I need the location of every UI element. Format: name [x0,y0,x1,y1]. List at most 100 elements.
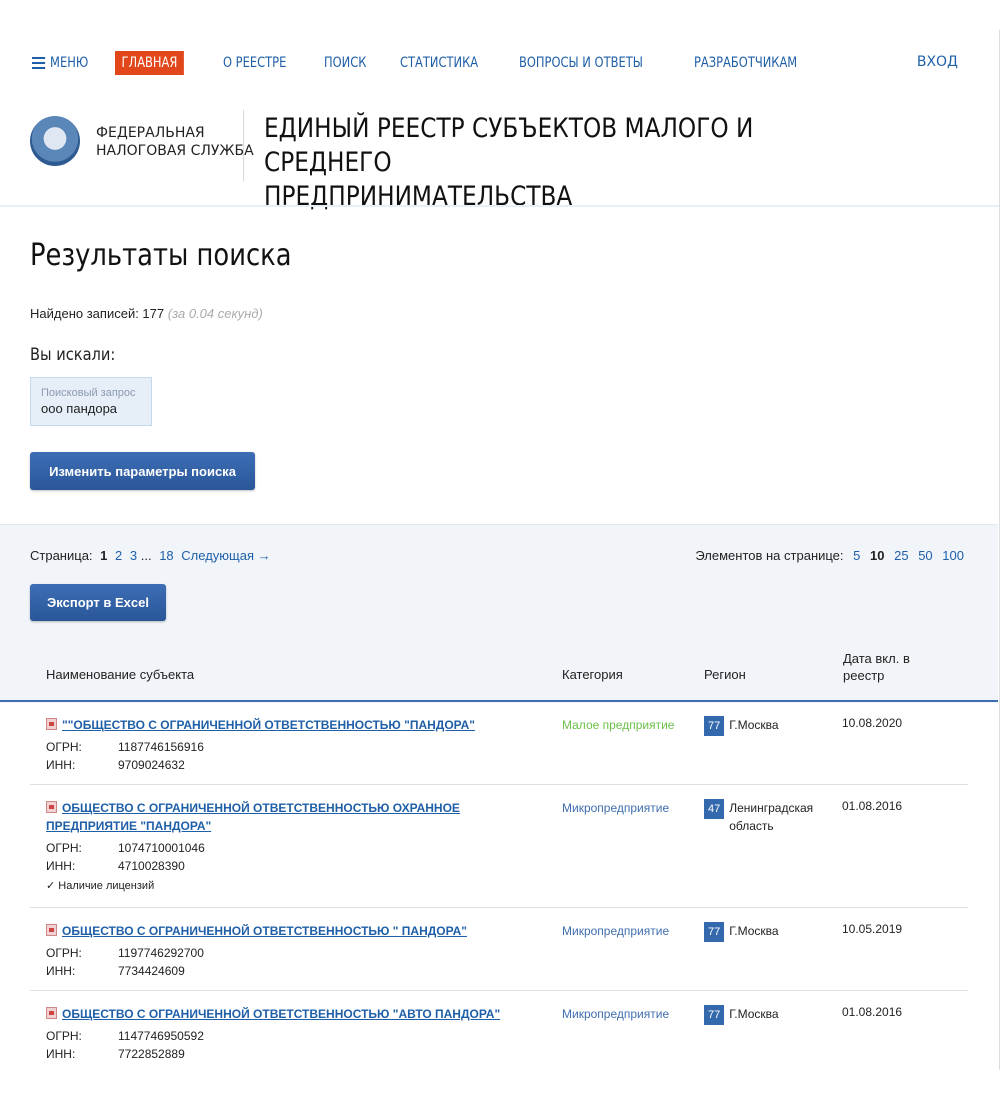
query-label: Поисковый запрос [41,387,136,399]
region-name: Г.Москва [729,1007,779,1021]
nav-item-developers[interactable]: РАЗРАБОТЧИКАМ [694,55,797,71]
inn-row: ИНН: 7734424609 [46,964,185,978]
ogrn-row: ОГРН: 1197746292700 [46,946,204,960]
license-indicator: ✓ Наличие лицензий [46,880,155,892]
logo-line-2: НАЛОГОВАЯ СЛУЖБА [96,143,254,159]
login-link[interactable]: ВХОД [917,54,958,70]
column-header-date-line-2: реестр [843,668,885,683]
ogrn-label: ОГРН: [46,946,82,960]
per-page-100[interactable]: 100 [942,548,964,563]
top-nav: МЕНЮ ГЛАВНАЯ О РЕЕСТРЕ ПОИСК СТАТИСТИКА … [32,51,958,75]
region-cell: 47 Ленинградская область [704,799,821,835]
region-name: Г.Москва [729,718,779,732]
inn-label: ИНН: [46,859,76,873]
ogrn-row: ОГРН: 1187746156916 [46,740,204,754]
fns-logo[interactable] [30,116,80,166]
inn-label: ИНН: [46,964,76,978]
inn-label: ИНН: [46,758,76,772]
per-page-label: Элементов на странице: [695,548,844,563]
per-page-25[interactable]: 25 [894,548,908,563]
region-cell: 77 Г.Москва [704,1005,821,1025]
inclusion-date: 01.08.2016 [842,799,903,813]
nav-item-faq[interactable]: ВОПРОСЫ И ОТВЕТЫ [519,55,643,71]
pagination: Страница: 1 2 3 ... 18 Следующая → [30,548,271,563]
nav-item-search[interactable]: ПОИСК [324,55,366,71]
ogrn-row: ОГРН: 1147746950592 [46,1029,204,1043]
category-value: Микропредприятие [562,924,670,938]
nav-item-about[interactable]: О РЕЕСТРЕ [223,55,286,71]
per-page-5[interactable]: 5 [853,548,860,563]
ogrn-value: 1197746292700 [118,946,204,960]
inn-value: 4710028390 [118,859,185,873]
region-name: Ленинградская область [729,801,814,833]
column-header-date: Дата вкл. в реестр [843,650,910,684]
sought-heading: Вы искали: [30,345,116,365]
ogrn-label: ОГРН: [46,740,82,754]
query-value: ооо пандора [41,401,118,416]
ogrn-value: 1147746950592 [118,1029,204,1043]
logo-text[interactable]: ФЕДЕРАЛЬНАЯ НАЛОГОВАЯ СЛУЖБА [96,124,254,160]
table-row: ОБЩЕСТВО С ОГРАНИЧЕННОЙ ОТВЕТСТВЕННОСТЬЮ… [30,991,968,1071]
site-title-line-1: ЕДИНЫЙ РЕЕСТР СУБЪЕКТОВ МАЛОГО И СРЕДНЕГ… [264,113,754,178]
inn-row: ИНН: 4710028390 [46,859,185,873]
per-page-10: 10 [870,548,885,563]
ogrn-label: ОГРН: [46,1029,82,1043]
column-header-name: Наименование субъекта [46,667,195,682]
subject-name-link[interactable]: ОБЩЕСТВО С ОГРАНИЧЕННОЙ ОТВЕТСТВЕННОСТЬЮ… [46,799,516,835]
per-page-50[interactable]: 50 [918,548,932,563]
hamburger-icon [32,57,46,69]
subject-name-link[interactable]: ОБЩЕСТВО С ОГРАНИЧЕННОЙ ОТВЕТСТВЕННОСТЬЮ… [46,922,516,940]
found-label: Найдено записей: 177 [30,306,165,321]
next-page-link[interactable]: Следующая → [181,548,270,563]
table-row: ОБЩЕСТВО С ОГРАНИЧЕННОЙ ОТВЕТСТВЕННОСТЬЮ… [30,908,968,991]
region-code-badge: 77 [704,922,725,942]
inn-value: 7722852889 [118,1047,185,1061]
region-cell: 77 Г.Москва [704,922,821,942]
document-icon [46,1007,57,1019]
table-row: ""ОБЩЕСТВО С ОГРАНИЧЕННОЙ ОТВЕТСТВЕННОСТ… [30,702,968,785]
region-cell: 77 Г.Москва [704,716,821,736]
inn-row: ИНН: 7722852889 [46,1047,185,1061]
subject-name-link[interactable]: ОБЩЕСТВО С ОГРАНИЧЕННОЙ ОТВЕТСТВЕННОСТЬЮ… [46,1005,516,1023]
region-code-badge: 47 [704,799,725,819]
page-current: 1 [100,548,108,563]
subject-name: ОБЩЕСТВО С ОГРАНИЧЕННОЙ ОТВЕТСТВЕННОСТЬЮ… [62,1007,501,1021]
change-search-button[interactable]: Изменить параметры поиска [30,452,255,490]
pagination-label: Страница: [30,548,93,563]
document-icon [46,801,57,813]
table-row: ОБЩЕСТВО С ОГРАНИЧЕННОЙ ОТВЕТСТВЕННОСТЬЮ… [30,785,968,908]
region-name: Г.Москва [729,924,779,938]
site-title-line-2: ПРЕДПРИНИМАТЕЛЬСТВА [264,181,573,212]
page-link-last[interactable]: 18 [159,548,173,563]
subject-name-link[interactable]: ""ОБЩЕСТВО С ОГРАНИЧЕННОЙ ОТВЕТСТВЕННОСТ… [46,716,516,734]
ogrn-row: ОГРН: 1074710001046 [46,841,205,855]
region-code-badge: 77 [704,716,725,736]
inclusion-date: 01.08.2016 [842,1005,903,1019]
region-code-badge: 77 [704,1005,725,1025]
header-separator [0,205,1000,207]
page-title: Результаты поиска [30,238,292,273]
nav-item-statistics[interactable]: СТАТИСТИКА [400,55,478,71]
export-excel-button[interactable]: Экспорт в Excel [30,584,166,621]
menu-label: МЕНЮ [50,55,89,71]
column-header-category: Категория [562,667,623,682]
search-time: (за 0.04 секунд) [167,306,263,321]
document-icon [46,924,57,936]
inn-label: ИНН: [46,1047,76,1061]
inclusion-date: 10.05.2019 [842,922,903,936]
inclusion-date: 10.08.2020 [842,716,903,730]
site-title: ЕДИНЫЙ РЕЕСТР СУБЪЕКТОВ МАЛОГО И СРЕДНЕГ… [264,112,866,214]
column-header-date-line-1: Дата вкл. в [843,651,910,666]
subject-name: ""ОБЩЕСТВО С ОГРАНИЧЕННОЙ ОТВЕТСТВЕННОСТ… [62,718,475,732]
menu-button[interactable]: МЕНЮ [32,55,88,71]
inn-row: ИНН: 9709024632 [46,758,185,772]
nav-item-main[interactable]: ГЛАВНАЯ [114,51,184,75]
column-header-region: Регион [704,667,746,682]
per-page-selector: Элементов на странице: 5 10 25 50 100 [695,548,964,563]
page-link-3[interactable]: 3 [130,548,137,563]
header-divider [243,110,244,182]
category-value: Малое предприятие [562,718,675,732]
document-icon [46,718,57,730]
page-link-2[interactable]: 2 [115,548,122,563]
ogrn-label: ОГРН: [46,841,82,855]
